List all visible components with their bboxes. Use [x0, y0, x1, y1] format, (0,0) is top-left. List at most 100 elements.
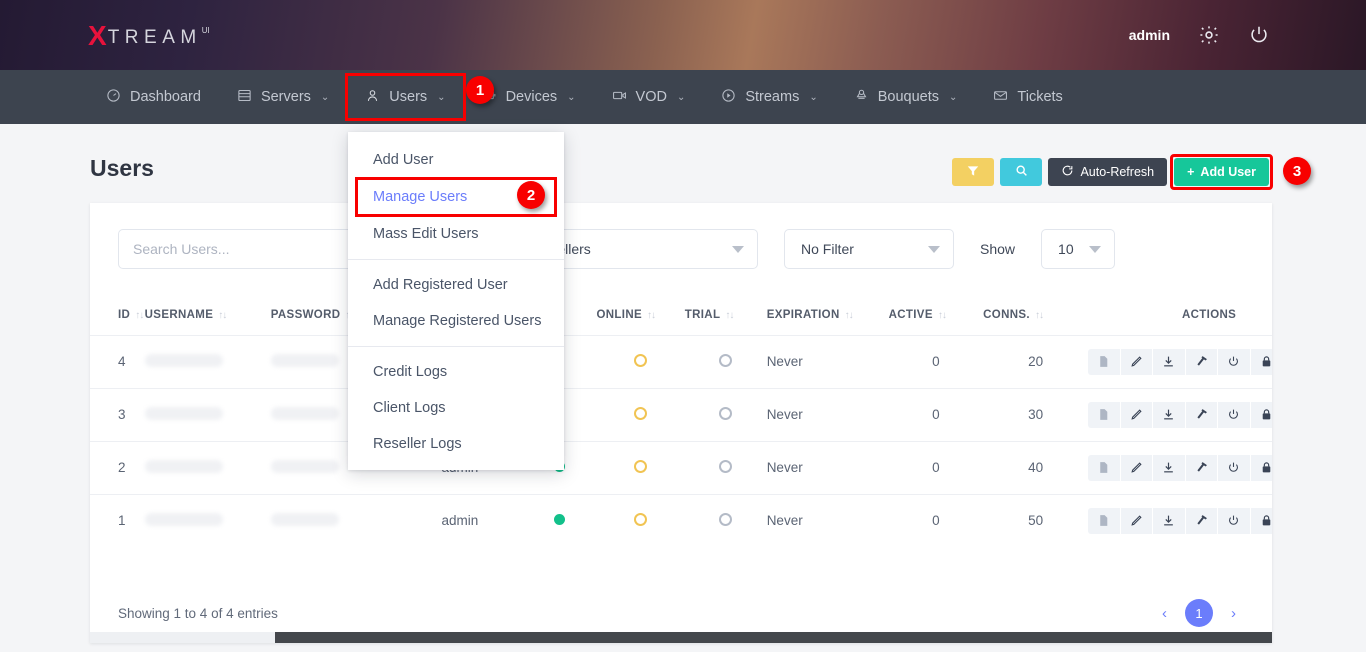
pencil-icon[interactable] [1120, 402, 1153, 428]
masked-username [145, 460, 223, 473]
cell-conns: 30 [983, 388, 1088, 441]
menu-item-credit-logs[interactable]: Credit Logs [348, 354, 564, 390]
chevron-down-icon: ⌄ [437, 92, 445, 103]
power-icon[interactable] [1217, 402, 1250, 428]
col-header-expiration[interactable]: EXPIRATION↑↓ [767, 295, 889, 335]
col-label: EXPIRATION [767, 309, 840, 321]
app-logo[interactable]: X TREAM UI [88, 22, 210, 50]
menu-item-reseller-logs[interactable]: Reseller Logs [348, 426, 564, 462]
chevron-down-icon [1089, 246, 1101, 253]
download-icon[interactable] [1152, 455, 1185, 481]
download-icon[interactable] [1152, 508, 1185, 534]
row-action-group [1088, 402, 1272, 428]
masked-username [145, 354, 223, 367]
nav-item-servers[interactable]: Servers ⌄ [219, 70, 347, 124]
power-icon[interactable] [1248, 24, 1270, 46]
power-icon[interactable] [1217, 455, 1250, 481]
navbar-items: Dashboard Servers ⌄ Users ⌄ [88, 70, 1081, 124]
nav-label: Devices [506, 89, 558, 105]
cell-username [145, 441, 271, 494]
hammer-icon[interactable] [1185, 455, 1218, 481]
cell-actions [1088, 441, 1272, 494]
nav-label: Dashboard [130, 89, 201, 105]
clear-filter-button[interactable] [952, 158, 994, 186]
file-icon[interactable] [1088, 508, 1120, 534]
table-row[interactable]: 2adminNever040 [90, 441, 1272, 494]
add-user-button[interactable]: + Add User [1174, 158, 1269, 186]
prev-page-button[interactable]: ‹ [1154, 601, 1175, 626]
download-icon[interactable] [1152, 402, 1185, 428]
status-filter-select[interactable]: No Filter [784, 229, 954, 269]
users-table-body: 4Never0203Never0302adminNever0401adminNe… [90, 335, 1272, 547]
page-1-button[interactable]: 1 [1185, 599, 1213, 627]
users-table-scroll[interactable]: ID↑↓ USERNAME↑↓ PASSWORD↑↓ OWNER S↑↓ [90, 295, 1272, 585]
col-header-id[interactable]: ID↑↓ [90, 295, 145, 335]
table-row[interactable]: 3Never030 [90, 388, 1272, 441]
file-icon[interactable] [1088, 402, 1120, 428]
auto-refresh-label: Auto-Refresh [1080, 165, 1154, 179]
hammer-icon[interactable] [1185, 349, 1218, 375]
search-button[interactable] [1000, 158, 1042, 186]
video-icon [612, 88, 627, 107]
chevron-down-icon: ⌄ [677, 92, 685, 103]
pencil-icon[interactable] [1120, 349, 1153, 375]
server-icon [237, 88, 252, 107]
menu-item-manage-registered-users[interactable]: Manage Registered Users [348, 303, 564, 339]
horizontal-scrollbar[interactable] [90, 632, 1272, 643]
refresh-icon [1061, 164, 1074, 180]
nav-item-tickets[interactable]: Tickets [975, 70, 1080, 124]
col-header-username[interactable]: USERNAME↑↓ [145, 295, 271, 335]
col-header-conns[interactable]: CONNS.↑↓ [983, 295, 1088, 335]
power-icon[interactable] [1217, 508, 1250, 534]
cell-expiration: Never [767, 388, 889, 441]
download-icon[interactable] [1152, 349, 1185, 375]
hammer-icon[interactable] [1185, 508, 1218, 534]
file-icon[interactable] [1088, 349, 1120, 375]
col-header-online[interactable]: ONLINE↑↓ [596, 295, 684, 335]
nav-item-dashboard[interactable]: Dashboard [88, 70, 219, 124]
users-table: ID↑↓ USERNAME↑↓ PASSWORD↑↓ OWNER S↑↓ [90, 295, 1272, 547]
nav-item-streams[interactable]: Streams ⌄ [703, 70, 835, 124]
cell-actions [1088, 388, 1272, 441]
scrollbar-thumb[interactable] [275, 632, 1272, 643]
status-filter-value: No Filter [801, 241, 854, 257]
col-label: PASSWORD [271, 309, 341, 321]
chevron-down-icon: ⌄ [321, 92, 329, 103]
pencil-icon[interactable] [1120, 455, 1153, 481]
pencil-icon[interactable] [1120, 508, 1153, 534]
col-label: ACTIONS [1182, 309, 1236, 321]
nav-item-bouquets[interactable]: Bouquets ⌄ [836, 70, 976, 124]
nav-label: Servers [261, 89, 311, 105]
menu-item-mass-edit-users[interactable]: Mass Edit Users [348, 216, 564, 252]
nav-item-users[interactable]: Users ⌄ [347, 75, 463, 119]
menu-item-add-registered-user[interactable]: Add Registered User [348, 267, 564, 303]
hammer-icon[interactable] [1185, 402, 1218, 428]
nav-label: Bouquets [878, 89, 939, 105]
filter-clear-icon [966, 164, 980, 181]
next-page-button[interactable]: › [1223, 601, 1244, 626]
menu-item-add-user[interactable]: Add User [348, 142, 564, 178]
power-icon[interactable] [1217, 349, 1250, 375]
table-row[interactable]: 4Never020 [90, 335, 1272, 388]
menu-divider [348, 346, 564, 347]
auto-refresh-button[interactable]: Auto-Refresh [1048, 158, 1167, 186]
lock-icon[interactable] [1250, 508, 1272, 534]
masked-username [145, 407, 223, 420]
menu-item-client-logs[interactable]: Client Logs [348, 390, 564, 426]
nav-item-vod[interactable]: VOD ⌄ [594, 70, 704, 124]
nav-label: Streams [745, 89, 799, 105]
lock-icon[interactable] [1250, 455, 1272, 481]
table-row[interactable]: 1adminNever050 [90, 494, 1272, 547]
col-header-active[interactable]: ACTIVE↑↓ [889, 295, 984, 335]
masked-password [271, 407, 339, 420]
page-size-value: 10 [1058, 241, 1074, 257]
cell-actions [1088, 494, 1272, 547]
lock-icon[interactable] [1250, 349, 1272, 375]
cell-trial [685, 335, 767, 388]
gear-icon[interactable] [1198, 24, 1220, 46]
col-header-trial[interactable]: TRIAL↑↓ [685, 295, 767, 335]
page-size-select[interactable]: 10 [1041, 229, 1115, 269]
lock-icon[interactable] [1250, 402, 1272, 428]
bouquet-icon [854, 88, 869, 107]
file-icon[interactable] [1088, 455, 1120, 481]
